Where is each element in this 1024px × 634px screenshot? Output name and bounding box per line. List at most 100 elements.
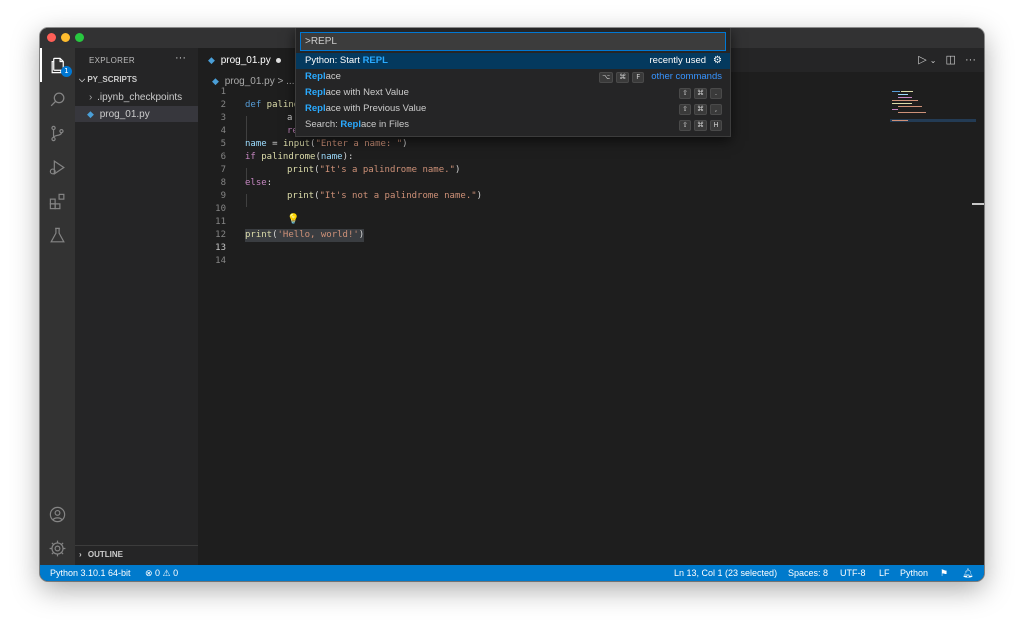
code-line-current: 13 (198, 242, 984, 255)
testing-icon[interactable] (40, 218, 75, 252)
keyword: def (245, 100, 262, 110)
keybinding-key: , (710, 103, 722, 115)
unsaved-dot-icon[interactable] (276, 58, 281, 63)
command-item-replace-next-value[interactable]: Replace with Next Value ⇧ ⌘ . (296, 85, 730, 101)
code-line: 7 print("It's a palindrome name.") (198, 164, 984, 177)
python-file-icon: ◆ (87, 109, 94, 119)
folder-section-py-scripts[interactable]: ⌵ PY_SCRIPTS (79, 75, 137, 85)
encoding-status[interactable]: UTF-8 (840, 565, 866, 581)
sidebar-item-prog-01[interactable]: ◆ prog_01.py (75, 106, 198, 122)
status-bar: Python 3.10.1 64-bit ⊗ 0 ⚠ 0 Ln 13, Col … (40, 565, 984, 581)
command-item-python-start-repl[interactable]: Python: Start REPL recently used ⚙ (296, 53, 730, 69)
sidebar-title: EXPLORER (89, 56, 135, 65)
keyword: if (245, 152, 256, 162)
eol-status[interactable]: LF (879, 565, 890, 581)
python-interpreter-status[interactable]: Python 3.10.1 64-bit (50, 565, 131, 581)
line-number: 5 (220, 139, 226, 149)
search-icon[interactable] (40, 82, 75, 116)
vscode-window: 1 EXPLORER ··· ⌵ PY_SCRIPTS › .ipynb_che… (40, 28, 984, 581)
close-window-button[interactable] (47, 33, 56, 42)
code-line: 14 (198, 255, 984, 268)
command-label: Search: (305, 119, 341, 130)
scrollbar-position-marker[interactable] (972, 203, 984, 205)
settings-gear-icon[interactable] (40, 531, 75, 565)
account-icon[interactable] (40, 497, 75, 531)
chevron-right-icon: › (89, 92, 93, 103)
punctuation: ) (402, 139, 408, 149)
function-name: input (282, 139, 311, 149)
activity-bar: 1 (40, 48, 75, 565)
zoom-window-button[interactable] (75, 33, 84, 42)
line-number: 9 (220, 191, 226, 201)
minimize-window-button[interactable] (61, 33, 70, 42)
sidebar-item-label: .ipynb_checkpoints (97, 92, 183, 103)
run-file-icon[interactable]: ▷ (918, 54, 926, 66)
line-number: 7 (220, 165, 226, 175)
python-file-icon: ◆ (212, 76, 219, 86)
string-literal: "It's not a palindrome name." (319, 191, 477, 201)
minimap[interactable] (890, 90, 976, 565)
cursor-position-status[interactable]: Ln 13, Col 1 (23 selected) (674, 565, 777, 581)
split-editor-icon[interactable]: ◫ (946, 54, 956, 66)
string-literal: 'Hello, world!' (277, 230, 359, 240)
chevron-down-icon: ⌵ (79, 75, 86, 84)
line-number: 14 (215, 256, 226, 266)
keybinding-key: ⌥ (599, 71, 614, 83)
section-label: PY_SCRIPTS (87, 75, 138, 84)
line-number: 11 (215, 217, 226, 227)
other-commands-link[interactable]: other commands (651, 69, 722, 85)
run-debug-icon[interactable] (40, 150, 75, 184)
line-number: 12 (215, 230, 226, 240)
keybinding-key: ⌘ (694, 87, 707, 99)
punctuation: ) (454, 165, 461, 175)
outline-section[interactable]: › OUTLINE (75, 545, 198, 565)
function-name: print (287, 191, 315, 201)
function-name: palindrome (255, 152, 316, 162)
problems-status[interactable]: ⊗ 0 ⚠ 0 (145, 565, 178, 581)
function-name: palind (261, 100, 300, 110)
keybinding-key: ⇧ (679, 119, 691, 131)
keybinding-key: . (710, 87, 722, 99)
more-actions-icon[interactable]: ··· (175, 52, 186, 64)
command-item-replace[interactable]: Replace ⌥ ⌘ F other commands (296, 69, 730, 85)
extensions-icon[interactable] (40, 184, 75, 218)
command-palette-input[interactable]: >REPL (300, 32, 726, 51)
tab-prog-01[interactable]: ◆ prog_01.py (198, 48, 306, 72)
language-mode-status[interactable]: Python (900, 565, 928, 581)
command-label-match: Repl (340, 119, 361, 130)
code-line: 8 else: (198, 177, 984, 190)
command-item-search-replace-in-files[interactable]: Search: Replace in Files ⇧ ⌘ H (296, 117, 730, 133)
explorer-icon[interactable]: 1 (40, 48, 75, 82)
line-number: 3 (220, 113, 226, 123)
lightbulb-icon[interactable]: 💡 (287, 214, 299, 225)
python-file-icon: ◆ (208, 55, 215, 65)
feedback-icon[interactable]: ⚑ (940, 565, 948, 581)
line-number: 13 (215, 243, 226, 253)
command-item-replace-previous-value[interactable]: Replace with Previous Value ⇧ ⌘ , (296, 101, 730, 117)
source-control-icon[interactable] (40, 116, 75, 150)
command-palette: >REPL Python: Start REPL recently used ⚙… (295, 28, 731, 137)
notifications-bell-icon[interactable]: 🔔︎ (962, 565, 973, 581)
code-line: 9 print("It's not a palindrome name.") (198, 190, 984, 203)
string-literal: "Enter a name: " (315, 139, 403, 149)
function-name: print (245, 230, 273, 240)
variable: name (245, 139, 267, 149)
operator: = (266, 139, 283, 149)
sidebar-item-ipynb-checkpoints[interactable]: › .ipynb_checkpoints (75, 90, 198, 106)
keybinding-key: F (632, 71, 645, 83)
gear-icon[interactable]: ⚙ (713, 53, 722, 69)
keybinding-key: ⌘ (694, 103, 707, 115)
command-label: ace with Previous Value (325, 103, 427, 114)
keybinding-key: ⌘ (616, 71, 630, 83)
code-line: 10 (198, 203, 984, 216)
code-line: 11 (198, 216, 984, 229)
chevron-down-icon[interactable]: ⌄ (930, 56, 937, 65)
more-actions-icon[interactable]: ··· (965, 54, 976, 66)
punctuation: ) (358, 230, 365, 240)
keyword: else (245, 178, 267, 188)
recently-used-label: recently used (649, 55, 707, 66)
code-editor[interactable]: 1 2 def palind 3a 4 re 5 name = input("Ente… (198, 87, 984, 565)
indentation-status[interactable]: Spaces: 8 (788, 565, 828, 581)
line-number: 8 (220, 178, 226, 188)
command-label: Python: Start (305, 55, 363, 66)
